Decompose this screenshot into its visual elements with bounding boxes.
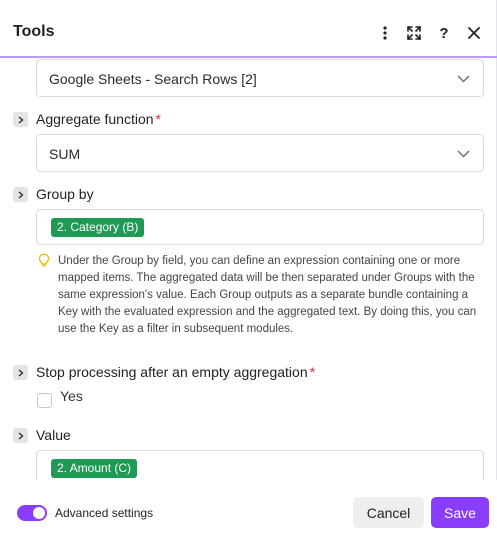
expand-icon[interactable]	[404, 23, 424, 43]
aggregate-function-select[interactable]: SUM	[36, 134, 484, 172]
group-by-expander[interactable]	[13, 187, 28, 202]
value-label: Value	[36, 427, 71, 443]
value-input[interactable]: 2. Amount (C)	[36, 450, 484, 480]
chevron-down-icon	[457, 75, 470, 83]
more-vertical-icon[interactable]	[375, 23, 395, 43]
stop-processing-label: Stop processing after an empty aggregati…	[36, 364, 316, 380]
help-icon[interactable]: ?	[434, 23, 454, 43]
chevron-down-icon	[457, 150, 470, 158]
value-tag[interactable]: 2. Amount (C)	[51, 459, 138, 478]
tools-panel: Tools ? Google Sheets - Search Rows [2] …	[0, 0, 497, 535]
group-by-tag[interactable]: 2. Category (B)	[51, 218, 145, 237]
module-select[interactable]: Google Sheets - Search Rows [2]	[36, 59, 484, 97]
toggle-knob	[33, 507, 45, 519]
close-icon[interactable]	[464, 23, 484, 43]
stop-processing-expander[interactable]	[13, 365, 28, 380]
stop-processing-option-label[interactable]: Yes	[60, 388, 83, 404]
panel-content: Google Sheets - Search Rows [2] Aggregat…	[0, 58, 497, 480]
save-button[interactable]: Save	[431, 497, 489, 528]
value-expander[interactable]	[13, 428, 28, 443]
advanced-settings-toggle[interactable]	[17, 505, 47, 521]
required-mark: *	[309, 364, 316, 380]
group-by-hint: Under the Group by field, you can define…	[58, 255, 477, 335]
chevron-right-icon	[18, 190, 24, 199]
advanced-settings-label[interactable]: Advanced settings	[55, 506, 153, 520]
required-mark: *	[155, 111, 161, 127]
chevron-right-icon	[18, 368, 24, 377]
chevron-right-icon	[18, 115, 24, 124]
panel-footer: Advanced settings Cancel Save	[0, 480, 497, 535]
aggregate-function-expander[interactable]	[13, 112, 28, 127]
panel-title: Tools	[13, 23, 55, 40]
aggregate-function-label: Aggregate function *	[36, 111, 161, 127]
group-by-label: Group by	[36, 186, 94, 202]
module-select-value: Google Sheets - Search Rows [2]	[49, 71, 257, 87]
stop-processing-checkbox[interactable]	[37, 393, 52, 408]
lightbulb-icon	[38, 253, 50, 267]
cancel-button[interactable]: Cancel	[353, 497, 424, 528]
aggregate-function-value: SUM	[49, 146, 81, 162]
panel-header: Tools ?	[0, 0, 497, 58]
chevron-right-icon	[18, 431, 24, 440]
group-by-input[interactable]: 2. Category (B)	[36, 209, 484, 245]
